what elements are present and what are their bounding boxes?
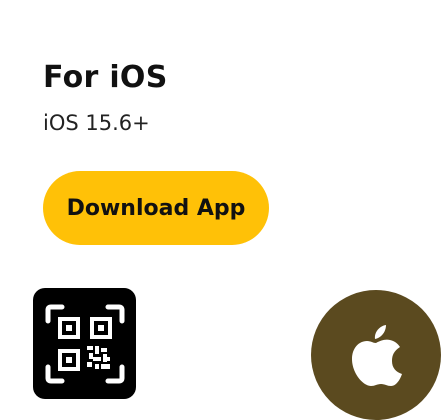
app-store-button[interactable] <box>311 290 441 420</box>
platform-requirement: iOS 15.6+ <box>43 111 150 135</box>
download-app-label: Download App <box>66 195 246 221</box>
apple-logo-icon <box>352 325 402 386</box>
qr-code-icon <box>45 304 124 383</box>
platform-title: For iOS <box>43 60 168 95</box>
ios-download-section: For iOS iOS 15.6+ Download App <box>0 0 441 420</box>
qr-code-card <box>33 288 136 399</box>
download-app-button[interactable]: Download App <box>43 171 269 245</box>
